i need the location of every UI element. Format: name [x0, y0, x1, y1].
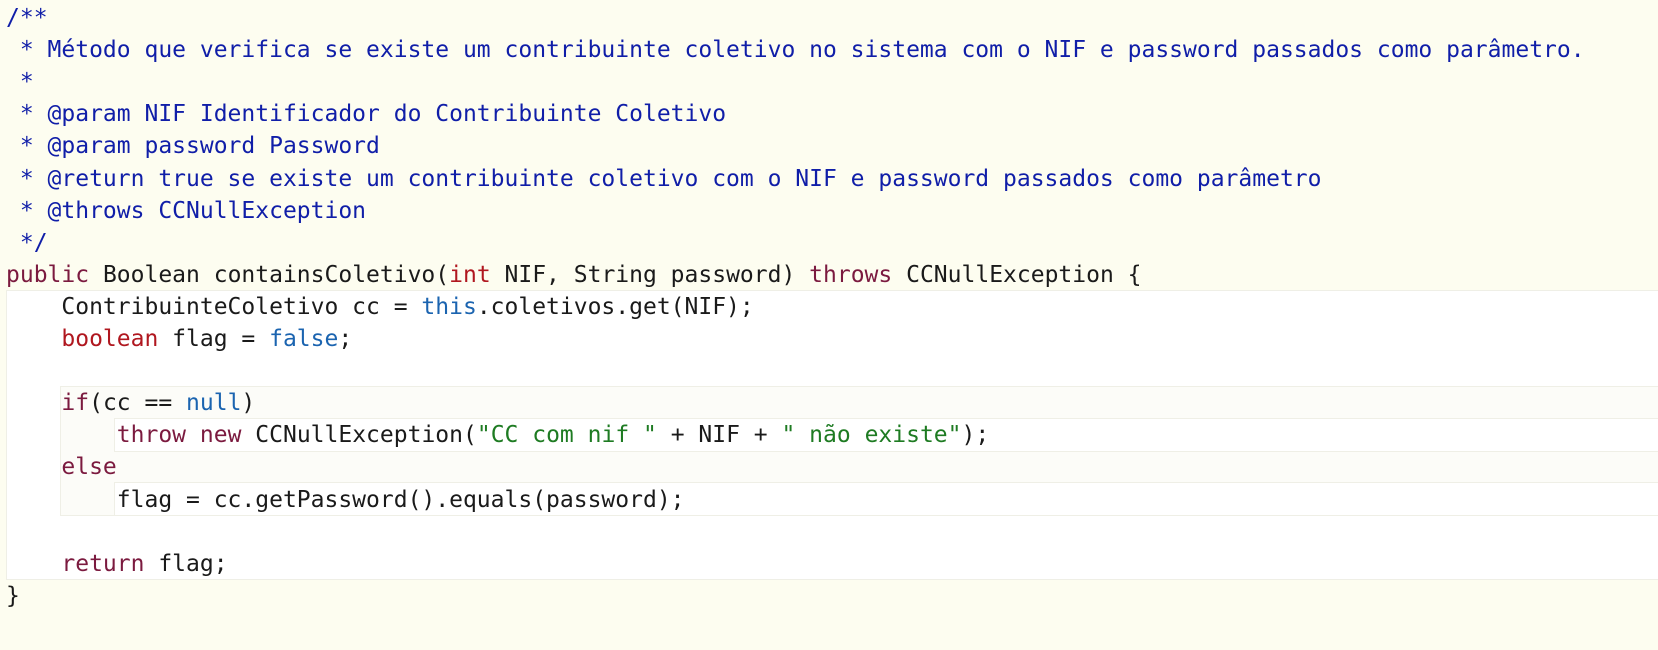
- code-token: if: [61, 390, 90, 417]
- code-token: );: [961, 422, 990, 449]
- code-line[interactable]: public Boolean containsColetivo(int NIF,…: [6, 259, 1142, 291]
- code-line[interactable]: boolean flag = false;: [6, 323, 352, 355]
- code-line[interactable]: }: [6, 580, 20, 612]
- code-token: "CC com nif ": [476, 422, 657, 449]
- code-token: flag =: [158, 326, 270, 352]
- code-token: else: [61, 454, 117, 481]
- code-token: public: [6, 261, 90, 288]
- code-token: ): [241, 390, 256, 417]
- code-token: * @throws CCNullException: [6, 197, 367, 224]
- code-editor[interactable]: /** * Método que verifica se existe um c…: [0, 0, 1658, 650]
- code-line[interactable]: ContribuinteColetivo cc = this.coletivos…: [6, 291, 754, 323]
- code-token: }: [6, 582, 20, 609]
- code-token: return: [61, 550, 145, 577]
- code-token: * Método que verifica se existe um contr…: [6, 37, 1585, 64]
- code-token: (cc ==: [89, 390, 187, 417]
- code-token: ContribuinteColetivo cc =: [6, 293, 422, 320]
- code-token: " não existe": [781, 422, 962, 449]
- code-token: Boolean containsColetivo(: [89, 261, 450, 288]
- code-token: /**: [6, 5, 48, 31]
- code-token: */: [6, 229, 48, 256]
- code-token: CCNullException(: [241, 422, 477, 449]
- code-token: throw: [116, 422, 187, 449]
- code-token: * @param NIF Identificador do Contribuin…: [6, 101, 727, 128]
- code-token: NIF, String password): [490, 261, 810, 288]
- code-line[interactable]: return flag;: [6, 548, 228, 580]
- code-token: *: [6, 69, 34, 96]
- code-token: new: [199, 422, 242, 449]
- code-token: CCNullException {: [892, 261, 1142, 288]
- code-line[interactable]: flag = cc.getPassword().equals(password)…: [6, 484, 685, 516]
- code-token: flag;: [144, 550, 228, 577]
- code-line[interactable]: else: [6, 451, 117, 483]
- code-token: int: [449, 261, 491, 288]
- code-token: this: [421, 293, 477, 320]
- code-token: + NIF +: [656, 422, 782, 449]
- code-line[interactable]: * Método que verifica se existe um contr…: [6, 34, 1585, 66]
- code-line[interactable]: if(cc == null): [6, 387, 255, 419]
- code-token: * @param password Password: [6, 133, 380, 160]
- code-line[interactable]: throw new CCNullException("CC com nif " …: [6, 419, 989, 451]
- code-token: flag = cc.getPassword().equals(password)…: [6, 486, 685, 513]
- code-line[interactable]: * @param password Password: [6, 130, 380, 162]
- code-line[interactable]: * @throws CCNullException: [6, 195, 366, 227]
- code-token: ;: [338, 326, 353, 352]
- code-line[interactable]: /**: [6, 2, 48, 34]
- code-token: null: [186, 390, 242, 417]
- code-line[interactable]: * @param NIF Identificador do Contribuin…: [6, 98, 726, 130]
- code-line[interactable]: *: [6, 66, 34, 98]
- code-token: false: [269, 326, 339, 352]
- code-token: throws: [809, 261, 893, 288]
- code-line[interactable]: * @return true se existe um contribuinte…: [6, 163, 1322, 195]
- code-token: .coletivos.get(NIF);: [476, 293, 754, 320]
- code-line[interactable]: */: [6, 227, 48, 259]
- code-token: boolean: [61, 326, 159, 352]
- code-token: * @return true se existe um contribuinte…: [6, 165, 1322, 192]
